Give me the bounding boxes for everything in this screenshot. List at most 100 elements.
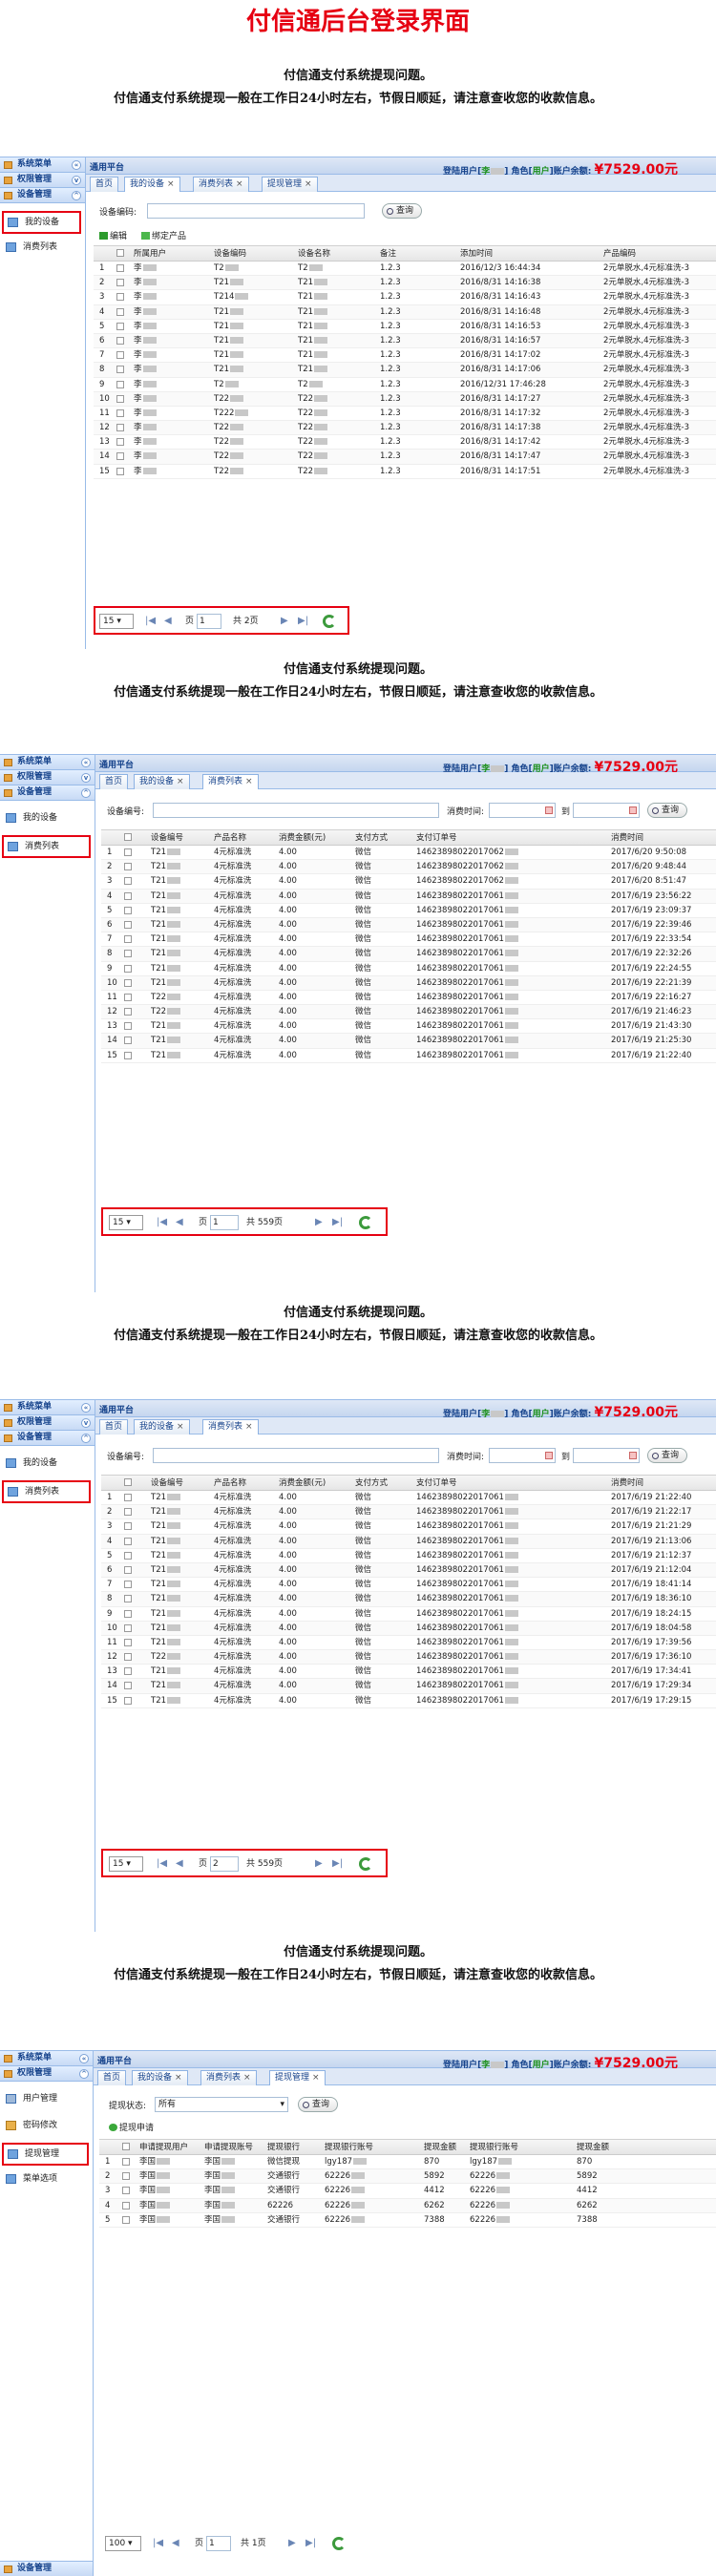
- row-checkbox[interactable]: [116, 380, 124, 388]
- table-row[interactable]: 4 李 T21 T21 1.2.3 2016/8/31 14:16:48 2元单脱水,4元标…: [94, 304, 716, 320]
- table-row[interactable]: 5 李国 李国 交通银行 62226 7388 62226 7388: [99, 2212, 716, 2228]
- row-checkbox[interactable]: [124, 1022, 132, 1031]
- first-page-icon[interactable]: |◀: [145, 614, 156, 629]
- row-checkbox[interactable]: [124, 906, 132, 914]
- sidebar-perm-mgmt[interactable]: 权限管理 ^: [0, 2066, 93, 2082]
- row-checkbox[interactable]: [124, 891, 132, 900]
- refresh-icon[interactable]: [323, 615, 336, 628]
- row-checkbox[interactable]: [124, 1537, 132, 1545]
- table-row[interactable]: 10 李 T22 T22 1.2.3 2016/8/31 14:17:27 2元单脱水,4元…: [94, 391, 716, 407]
- table-row[interactable]: 1 李国 李国 微信提现 lgy187 870 lgy187 870: [99, 2155, 716, 2170]
- first-page-icon[interactable]: |◀: [157, 1856, 167, 1872]
- row-checkbox[interactable]: [124, 1522, 132, 1531]
- page-input[interactable]: 1: [197, 614, 221, 629]
- row-checkbox[interactable]: [116, 424, 124, 432]
- table-row[interactable]: 6 T21 4元标准洗 4.00 微信 14623898022017061 2017/6/1…: [101, 1562, 716, 1579]
- refresh-icon[interactable]: [359, 1857, 372, 1871]
- table-row[interactable]: 6 T21 4元标准洗 4.00 微信 14623898022017061 2017/6/1…: [101, 917, 716, 933]
- tab-home[interactable]: 首页: [99, 774, 129, 789]
- chevron-down-icon[interactable]: v: [81, 773, 91, 783]
- row-checkbox[interactable]: [116, 322, 124, 330]
- table-row[interactable]: 6 李 T21 T21 1.2.3 2016/8/31 14:16:57 2元单脱水,4元标…: [94, 333, 716, 349]
- prev-page-icon[interactable]: ◀: [176, 1856, 183, 1872]
- tab-withdraw[interactable]: 提现管理 ×: [269, 2070, 326, 2085]
- first-page-icon[interactable]: |◀: [157, 1215, 167, 1230]
- table-row[interactable]: 13 李 T22 T22 1.2.3 2016/8/31 14:17:42 2元单脱水,4元…: [94, 435, 716, 450]
- row-checkbox[interactable]: [124, 978, 132, 987]
- table-row[interactable]: 15 T21 4元标准洗 4.00 微信 14623898022017061 2017/6/…: [101, 1048, 716, 1063]
- sidebar-device-mgmt[interactable]: 设备管理 ^: [0, 188, 85, 203]
- row-checkbox[interactable]: [116, 366, 124, 374]
- row-checkbox[interactable]: [124, 920, 132, 929]
- end-time-input[interactable]: [573, 1448, 640, 1463]
- sidebar-perm-mgmt[interactable]: 权限管理 v: [0, 1415, 95, 1431]
- row-checkbox[interactable]: [124, 1653, 132, 1662]
- bind-product-button[interactable]: 绑定产品: [141, 229, 186, 241]
- last-page-icon[interactable]: ▶|: [298, 614, 308, 629]
- select-all-checkbox[interactable]: [116, 249, 124, 257]
- first-page-icon[interactable]: |◀: [153, 2536, 163, 2551]
- next-page-icon[interactable]: ▶: [288, 2536, 296, 2551]
- row-checkbox[interactable]: [116, 293, 124, 302]
- table-row[interactable]: 5 T21 4元标准洗 4.00 微信 14623898022017061 2017/6/1…: [101, 903, 716, 918]
- close-icon[interactable]: ×: [167, 179, 175, 189]
- refresh-icon[interactable]: [332, 2537, 346, 2550]
- row-checkbox[interactable]: [124, 1565, 132, 1574]
- row-checkbox[interactable]: [124, 950, 132, 958]
- page-size-select[interactable]: 15 ▾: [109, 1215, 143, 1230]
- refresh-icon[interactable]: [359, 1216, 372, 1229]
- row-checkbox[interactable]: [124, 1595, 132, 1603]
- tab-consume-list[interactable]: 消费列表 ×: [200, 2070, 257, 2085]
- tab-home[interactable]: 首页: [90, 177, 119, 192]
- table-row[interactable]: 15 李 T22 T22 1.2.3 2016/8/31 14:17:51 2元单脱水,4元…: [94, 464, 716, 479]
- table-row[interactable]: 1 T21 4元标准洗 4.00 微信 14623898022017061 2017/6/1…: [101, 1491, 716, 1506]
- select-all-checkbox[interactable]: [124, 833, 132, 841]
- row-checkbox[interactable]: [124, 1623, 132, 1632]
- table-row[interactable]: 8 T21 4元标准洗 4.00 微信 14623898022017061 2017/6/1…: [101, 1592, 716, 1607]
- device-code-input[interactable]: [147, 203, 365, 219]
- last-page-icon[interactable]: ▶|: [332, 1856, 343, 1872]
- end-time-input[interactable]: [573, 803, 640, 818]
- sidebar-perm-mgmt[interactable]: 权限管理 v: [0, 173, 85, 188]
- table-row[interactable]: 12 T22 4元标准洗 4.00 微信 14623898022017061 2017/6/…: [101, 1650, 716, 1665]
- table-row[interactable]: 14 T21 4元标准洗 4.00 微信 14623898022017061 2017/6/…: [101, 1034, 716, 1049]
- chevron-up-icon[interactable]: ^: [81, 1434, 91, 1443]
- sidebar-system-menu[interactable]: 系统菜单 «: [0, 2051, 93, 2066]
- row-checkbox[interactable]: [116, 438, 124, 447]
- close-icon[interactable]: ×: [305, 179, 312, 189]
- close-icon[interactable]: ×: [245, 1422, 253, 1432]
- last-page-icon[interactable]: ▶|: [332, 1215, 343, 1230]
- table-row[interactable]: 7 T21 4元标准洗 4.00 微信 14623898022017061 2017/6/1…: [101, 1578, 716, 1593]
- table-row[interactable]: 9 T21 4元标准洗 4.00 微信 14623898022017061 2017/6/1…: [101, 961, 716, 976]
- tab-withdraw[interactable]: 提现管理 ×: [262, 177, 318, 192]
- row-checkbox[interactable]: [124, 1051, 132, 1059]
- sidebar-system-menu[interactable]: 系统菜单 «: [0, 157, 85, 173]
- table-row[interactable]: 10 T21 4元标准洗 4.00 微信 14623898022017061 2017/6/…: [101, 1621, 716, 1636]
- device-no-input[interactable]: [153, 803, 439, 818]
- tab-my-devices[interactable]: 我的设备 ×: [134, 774, 190, 789]
- table-row[interactable]: 2 T21 4元标准洗 4.00 微信 14623898022017062 2017/6/2…: [101, 860, 716, 875]
- page-size-select[interactable]: 15 ▾: [109, 1856, 143, 1872]
- next-page-icon[interactable]: ▶: [281, 614, 288, 629]
- collapse-icon[interactable]: «: [81, 1403, 91, 1413]
- query-button[interactable]: 查询: [298, 2097, 339, 2112]
- row-checkbox[interactable]: [122, 2172, 130, 2181]
- row-checkbox[interactable]: [116, 307, 124, 316]
- table-row[interactable]: 5 李 T21 T21 1.2.3 2016/8/31 14:16:53 2元单脱水,4元标…: [94, 319, 716, 334]
- tab-my-devices[interactable]: 我的设备 ×: [124, 177, 180, 192]
- chevron-down-icon[interactable]: v: [72, 176, 81, 185]
- tab-my-devices[interactable]: 我的设备 ×: [134, 1419, 190, 1435]
- table-row[interactable]: 5 T21 4元标准洗 4.00 微信 14623898022017061 2017/6/1…: [101, 1548, 716, 1563]
- page-input[interactable]: 1: [210, 1215, 239, 1230]
- table-row[interactable]: 13 T21 4元标准洗 4.00 微信 14623898022017061 2017/6/…: [101, 1665, 716, 1680]
- table-row[interactable]: 7 李 T21 T21 1.2.3 2016/8/31 14:17:02 2元单脱水,4元标…: [94, 348, 716, 364]
- start-time-input[interactable]: [489, 1448, 556, 1463]
- row-checkbox[interactable]: [124, 1551, 132, 1560]
- row-checkbox[interactable]: [124, 1696, 132, 1705]
- table-row[interactable]: 7 T21 4元标准洗 4.00 微信 14623898022017061 2017/6/1…: [101, 932, 716, 948]
- table-row[interactable]: 3 T21 4元标准洗 4.00 微信 14623898022017062 2017/6/2…: [101, 874, 716, 890]
- row-checkbox[interactable]: [124, 1581, 132, 1589]
- row-checkbox[interactable]: [124, 1494, 132, 1501]
- table-row[interactable]: 2 李国 李国 交通银行 62226 5892 62226 5892: [99, 2169, 716, 2185]
- row-checkbox[interactable]: [116, 467, 124, 475]
